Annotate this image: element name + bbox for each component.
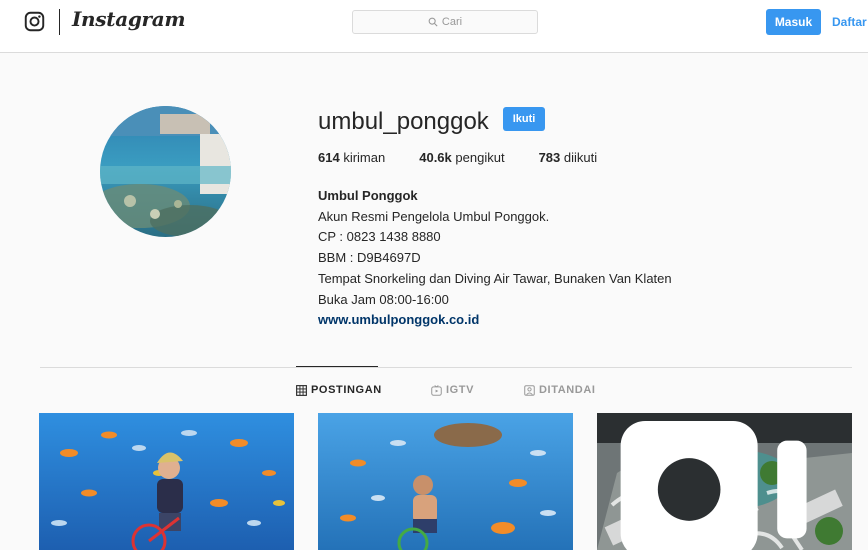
search-icon [428,17,438,27]
grid-icon [296,384,307,396]
stat-following-value: 783 [538,150,561,165]
tab-posts[interactable]: POSTINGAN [296,384,382,396]
bio-line: BBM : D9B4697D [318,250,421,266]
active-tab-indicator [296,366,378,367]
tab-igtv-label: IGTV [446,384,475,396]
video-icon [620,421,807,550]
stat-posts-value: 614 [318,150,340,165]
login-button[interactable]: Masuk [766,9,821,35]
stat-followers[interactable]: 40.6k pengikut [419,150,504,165]
stat-posts-label: kiriman [343,150,386,165]
stat-posts[interactable]: 614 kiriman [318,150,385,165]
post-image [318,413,573,550]
profile-bio: Umbul Ponggok Akun Resmi Pengelola Umbul… [318,186,672,331]
instagram-glyph-icon[interactable] [24,11,45,32]
profile-username: umbul_ponggok [318,108,489,135]
follow-button[interactable]: Ikuti [503,107,545,131]
stat-followers-label: pengikut [455,150,505,165]
avatar-image [100,106,231,237]
post-thumbnail[interactable] [318,413,573,550]
profile-full-name: Umbul Ponggok [318,188,418,203]
tabs-divider [40,367,852,368]
post-thumbnail[interactable] [39,413,294,550]
tab-tagged-label: DITANDAI [539,384,596,396]
post-thumbnail[interactable] [597,413,852,550]
tab-posts-label: POSTINGAN [311,384,382,396]
profile-stats: 614 kiriman 40.6k pengikut 783 diikuti [318,150,631,165]
signup-link[interactable]: Daftar [832,15,867,29]
search-input[interactable]: Cari [352,10,538,34]
nav-divider [59,9,60,35]
bio-line: Buka Jam 08:00-16:00 [318,291,449,307]
bio-line: Tempat Snorkeling dan Diving Air Tawar, … [318,270,672,286]
instagram-logo[interactable]: Instagram [72,7,186,31]
tab-igtv[interactable]: IGTV [431,384,474,396]
profile-avatar[interactable] [100,106,231,237]
search-placeholder: Cari [441,16,463,28]
bio-line: CP : 0823 1438 8880 [318,229,441,245]
stat-followers-value: 40.6k [419,150,452,165]
tagged-icon [524,384,535,396]
profile-website-link[interactable]: www.umbulponggok.co.id [318,310,672,331]
stat-following-label: diikuti [563,150,598,165]
igtv-icon [431,384,442,396]
stat-following[interactable]: 783 diikuti [539,150,598,165]
post-image [39,413,294,550]
bio-line: Akun Resmi Pengelola Umbul Ponggok. [318,208,550,224]
top-navigation: Instagram Cari Masuk Daftar [0,0,868,53]
tab-tagged[interactable]: DITANDAI [524,384,596,396]
